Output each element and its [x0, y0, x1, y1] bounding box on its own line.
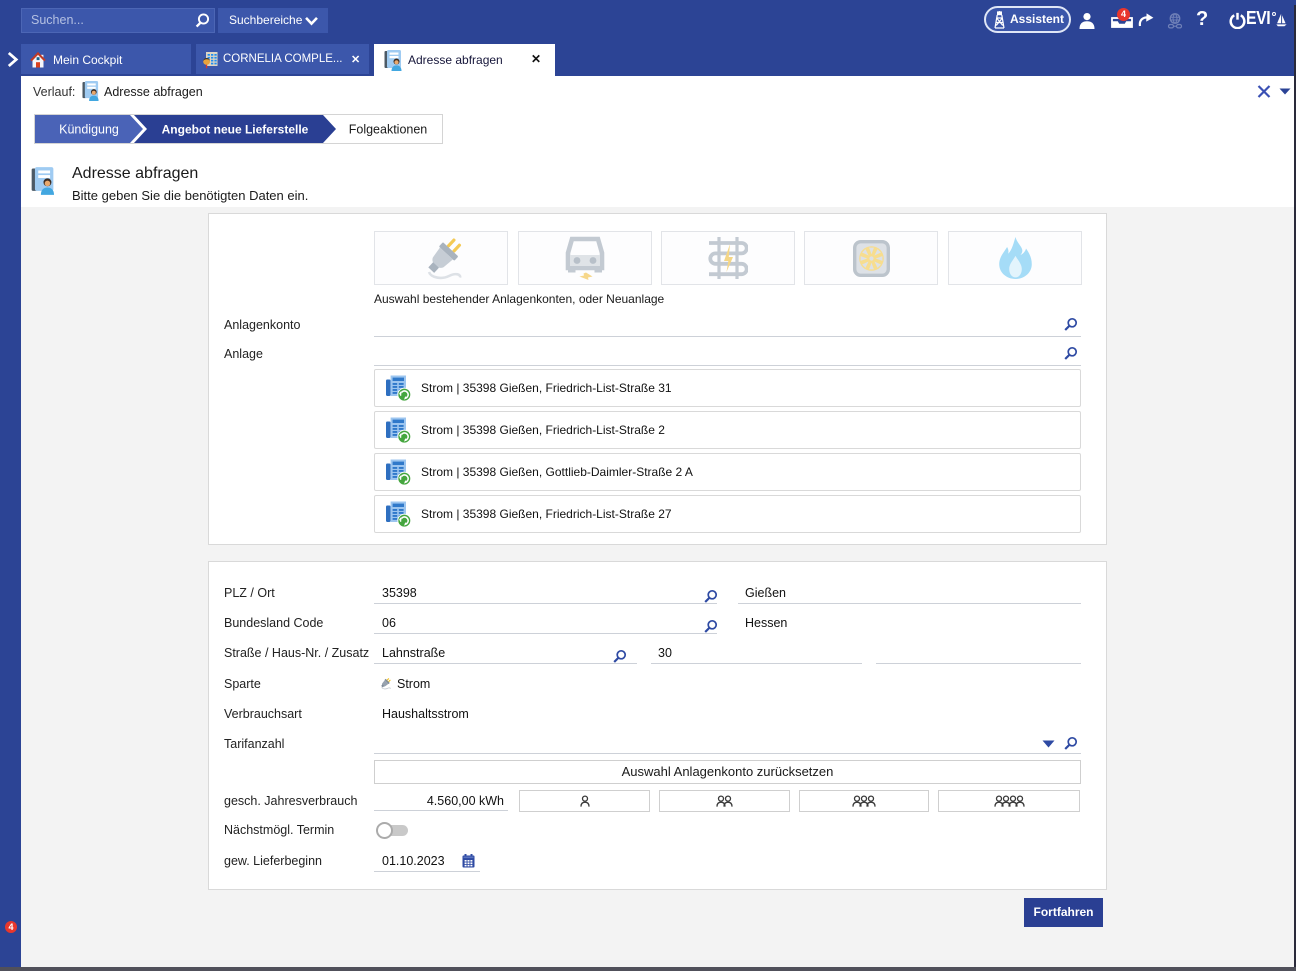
svg-text:Angebot neue Lieferstelle: Angebot neue Lieferstelle: [162, 123, 309, 137]
svg-text:Kündigung: Kündigung: [59, 123, 119, 137]
svg-text:Folgeaktionen: Folgeaktionen: [349, 123, 428, 137]
